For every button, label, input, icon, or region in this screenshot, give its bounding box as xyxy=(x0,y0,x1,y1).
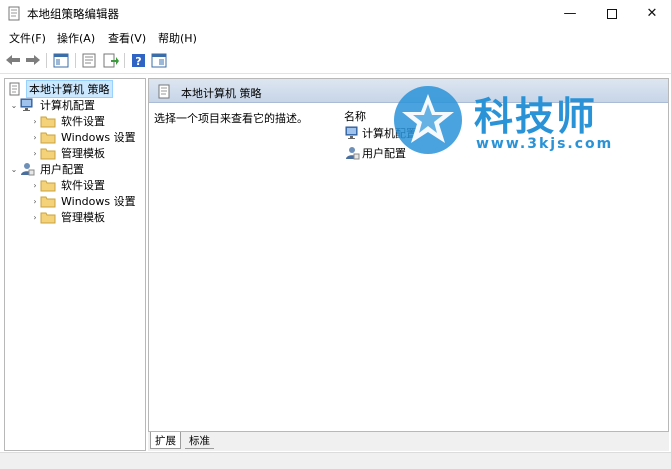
tree-item-label: 本地计算机 策略 xyxy=(26,80,113,98)
menu-action[interactable]: 操作(A) xyxy=(57,30,95,46)
folder-icon xyxy=(40,146,56,160)
tree-item-label: 管理模板 xyxy=(61,211,105,224)
toolbar-separator xyxy=(46,53,47,68)
tree-item-label: 用户配置 xyxy=(40,163,84,176)
tree-item-user-admin-templates[interactable]: › 管理模板 xyxy=(30,209,107,225)
forward-button[interactable] xyxy=(24,51,42,69)
properties-button[interactable] xyxy=(80,51,98,69)
menu-file[interactable]: 文件(F) xyxy=(9,30,46,46)
toolbar: ? xyxy=(0,47,671,74)
tree-item-user-config[interactable]: ⌄ 用户配置 xyxy=(9,161,86,177)
collapse-arrow-icon[interactable]: › xyxy=(30,197,40,206)
close-icon: ✕ xyxy=(646,6,658,21)
status-bar xyxy=(0,452,671,469)
tree-item-label: Windows 设置 xyxy=(61,195,136,208)
computer-icon xyxy=(344,126,360,140)
tab-extended[interactable]: 扩展 xyxy=(150,432,181,449)
collapse-arrow-icon[interactable]: › xyxy=(30,149,40,158)
back-button[interactable] xyxy=(4,51,22,69)
folder-icon xyxy=(40,194,56,208)
title-bar: 本地组策略编辑器 — ✕ xyxy=(0,0,671,27)
tree-item-computer-software-settings[interactable]: › 软件设置 xyxy=(30,113,107,129)
toolbar-separator xyxy=(75,53,76,68)
policy-document-icon xyxy=(158,84,172,99)
folder-icon xyxy=(40,178,56,192)
toolbar-separator xyxy=(124,53,125,68)
user-icon xyxy=(344,146,360,160)
star-logo-icon xyxy=(394,86,462,154)
folder-icon xyxy=(40,210,56,224)
minimize-icon: — xyxy=(563,6,577,21)
detail-header-title: 本地计算机 策略 xyxy=(181,87,262,100)
computer-icon xyxy=(19,98,35,112)
policy-document-icon xyxy=(7,82,23,96)
collapse-arrow-icon[interactable]: › xyxy=(30,133,40,142)
view-tabs: 扩展 标准 xyxy=(148,432,669,451)
maximize-icon xyxy=(607,8,617,19)
tree-item-label: Windows 设置 xyxy=(61,131,136,144)
tab-standard[interactable]: 标准 xyxy=(185,432,214,449)
tree-item-computer-admin-templates[interactable]: › 管理模板 xyxy=(30,145,107,161)
collapse-arrow-icon[interactable]: › xyxy=(30,213,40,222)
user-icon xyxy=(19,162,35,176)
menu-help[interactable]: 帮助(H) xyxy=(158,30,197,46)
properties-icon xyxy=(82,53,96,67)
view-button[interactable] xyxy=(150,51,168,69)
tree-item-label: 软件设置 xyxy=(61,179,105,192)
svg-text:?: ? xyxy=(135,55,141,68)
tree-item-label: 软件设置 xyxy=(61,115,105,128)
help-icon: ? xyxy=(131,53,145,68)
close-button[interactable]: ✕ xyxy=(629,0,671,27)
back-arrow-icon xyxy=(6,55,20,65)
watermark-url: www.3kjs.com xyxy=(476,136,614,152)
collapse-arrow-icon[interactable]: › xyxy=(30,181,40,190)
window-title: 本地组策略编辑器 xyxy=(27,7,119,21)
tree-pane: 本地计算机 策略 ⌄ 计算机配置 › 软件设置 › Windows 设置 › 管… xyxy=(4,78,146,451)
export-list-icon xyxy=(103,53,119,67)
forward-arrow-icon xyxy=(26,55,40,65)
expand-arrow-icon[interactable]: ⌄ xyxy=(9,165,19,174)
tree-item-computer-config[interactable]: ⌄ 计算机配置 xyxy=(9,97,97,113)
collapse-arrow-icon[interactable]: › xyxy=(30,117,40,126)
policy-document-icon xyxy=(8,6,21,21)
menu-view[interactable]: 查看(V) xyxy=(108,30,146,46)
tree-item-user-windows-settings[interactable]: › Windows 设置 xyxy=(30,193,138,209)
watermark: 科技师 www.3kjs.com xyxy=(390,82,620,162)
tree-item-user-software-settings[interactable]: › 软件设置 xyxy=(30,177,107,193)
show-hide-tree-button[interactable] xyxy=(52,51,70,69)
export-list-button[interactable] xyxy=(102,51,120,69)
tree-item-label: 计算机配置 xyxy=(40,99,95,112)
menu-bar: 文件(F) 操作(A) 查看(V) 帮助(H) xyxy=(0,27,671,47)
tree-item-computer-windows-settings[interactable]: › Windows 设置 xyxy=(30,129,138,145)
tree-item-label: 管理模板 xyxy=(61,147,105,160)
tree-item-local-computer-policy[interactable]: 本地计算机 策略 xyxy=(7,80,113,98)
folder-icon xyxy=(40,114,56,128)
view-icon xyxy=(151,53,167,67)
folder-icon xyxy=(40,130,56,144)
description-text: 选择一个项目来查看它的描述。 xyxy=(154,112,308,125)
watermark-brand: 科技师 xyxy=(474,95,598,140)
minimize-button[interactable]: — xyxy=(547,0,593,27)
expand-arrow-icon[interactable]: ⌄ xyxy=(9,101,19,110)
column-header-name[interactable]: 名称 xyxy=(344,108,366,124)
help-button[interactable]: ? xyxy=(129,51,147,69)
show-tree-icon xyxy=(53,53,69,67)
